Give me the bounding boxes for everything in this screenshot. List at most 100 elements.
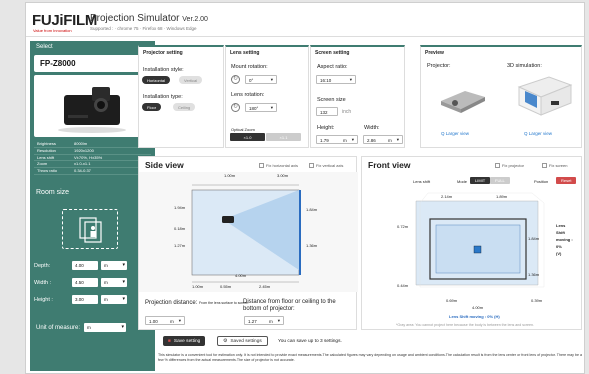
screen-height-label: Height: (317, 125, 335, 131)
dim-label: 3.00m (277, 173, 289, 178)
supported-browsers: Supported : · chrome 75 · Firefox 68 · W… (90, 26, 197, 31)
front-view-panel: Front view Fix projector Fix screen Lens… (361, 156, 582, 330)
aspect-ratio-label: Aspect ratio: (317, 64, 348, 70)
installation-style-label: Installation style: (143, 67, 184, 73)
height-unit-select[interactable]: m (101, 295, 127, 304)
side-view-panel: Side view Fix horizontal axis Fix vertic… (138, 156, 358, 330)
fix-screen-checkbox[interactable]: Fix screen (542, 163, 567, 168)
full-button[interactable]: FULL (490, 177, 510, 184)
screen-height-select[interactable]: 1.79 m ▾ (316, 135, 358, 144)
projection-distance-select[interactable]: 1.00 m ▾ (145, 316, 185, 325)
dim-label: 1.36m (528, 272, 540, 277)
save-setting-button[interactable]: ■ Save setting (163, 336, 206, 346)
limit-button[interactable]: LIMIT (470, 177, 491, 184)
room-size-label: Room size (36, 189, 70, 196)
projector-preview-image[interactable] (435, 79, 491, 119)
preview-panel: Preview Projector: 3D simulation: Q Larg… (420, 45, 582, 148)
dim-label: 0.69m (446, 298, 458, 303)
depth-input[interactable]: 4.00 (72, 261, 98, 270)
spec-row: Brightness 8000lm (34, 141, 151, 148)
disclaimer-text: This simulator is a convenient tool for … (158, 353, 582, 362)
aspect-ratio-select[interactable]: 16:10 ▾ (316, 75, 356, 84)
projector-setting-panel: Projector setting Installation style: Ho… (138, 45, 224, 148)
dim-label: 0.18m (174, 226, 186, 231)
dim-label: 0.44m (397, 283, 409, 288)
vertical-button[interactable]: Vertical (179, 76, 203, 84)
model-select[interactable]: FP-Z8000▾ (34, 55, 151, 72)
reset-button[interactable]: Reset (556, 177, 577, 184)
dim-label: 2.14m (441, 194, 453, 199)
width-input[interactable]: 4.50 (72, 278, 98, 287)
height-input[interactable]: 3.00 (72, 295, 98, 304)
zoom-1-1-button[interactable]: ×1.1 (266, 133, 301, 141)
dim-label: 1.27m (174, 243, 186, 248)
lens-setting-panel: Lens setting Mount rotation: ↻ 0° ▾ Lens … (225, 45, 309, 148)
floor-button[interactable]: Floor (142, 103, 162, 111)
panel-title: Projector setting (143, 50, 183, 56)
larger-view-link[interactable]: Q Larger view (441, 131, 469, 136)
app-window: FUJiFILM Value from Innovation Projectio… (25, 2, 585, 374)
projector-photo (34, 75, 151, 137)
3d-simulation-label: 3D simulation: (507, 63, 542, 69)
saved-settings-button[interactable]: ⚙ Saved settings (217, 336, 268, 346)
3d-simulation-image[interactable] (515, 75, 575, 121)
mode-label: Mode (457, 179, 468, 184)
lens-shift-info: Lens Shift moving :0% (V) (556, 223, 573, 256)
dim-label: 1.00m (192, 284, 204, 289)
dim-label: 1.89m (496, 194, 508, 199)
rotate-icon[interactable]: ↻ (231, 75, 240, 84)
depth-unit-select[interactable]: m (101, 261, 127, 270)
spec-row: Zoom x1.0-x1.1 (34, 161, 151, 169)
horizontal-button[interactable]: Horizontal (142, 76, 171, 84)
mount-rotation-select[interactable]: 0° ▾ (245, 75, 277, 84)
mount-rotation-label: Mount rotation: (231, 64, 268, 70)
spec-row: Throw ratio 0.34-0.37 (34, 168, 151, 175)
select-label: Select (36, 44, 53, 50)
lens-rotation-select[interactable]: 180° ▾ (245, 103, 277, 112)
optical-zoom-label: Optical Zoom (231, 127, 255, 132)
dim-label: 0.55m (220, 284, 232, 289)
larger-view-link[interactable]: Q Larger view (524, 131, 552, 136)
fix-projector-checkbox[interactable]: Fix projector (495, 163, 524, 168)
height-row: Height :3.00 m (34, 295, 127, 304)
ceiling-button[interactable]: Ceiling (173, 103, 196, 111)
unit-of-measure-select[interactable]: m (84, 323, 127, 332)
fix-horizontal-checkbox[interactable]: Fix horizontal axis (259, 163, 298, 168)
dim-label: 4.00m (472, 305, 484, 310)
position-label: Position (534, 179, 549, 184)
projection-distance-label: Projection distance: From the lens surfa… (145, 300, 249, 306)
fix-vertical-checkbox[interactable]: Fix vertical axis (309, 163, 343, 168)
gray-area-note: *Gray area: You cannot project here beca… (396, 323, 535, 327)
panel-title: Preview (425, 50, 444, 56)
floor-distance-select[interactable]: 1.27 m ▾ (244, 316, 284, 325)
width-unit-select[interactable]: m (101, 278, 127, 287)
dim-label: 1.84m (306, 207, 318, 212)
version: Ver.2.00 (182, 16, 208, 23)
page-title: Projection Simulator Ver.2.00 (90, 13, 208, 24)
room-icon (62, 209, 118, 249)
screen-setting-panel: Screen setting Aspect ratio: 16:10 ▾ Scre… (310, 45, 405, 148)
screen-size-label: Screen size (317, 97, 346, 103)
floor-distance-label: Distance from floor or ceiling to the bo… (243, 299, 336, 312)
dim-label: 0.39m (531, 298, 543, 303)
dim-label: 0.72m (397, 224, 409, 229)
sidebar: Select FP-Z8000▾ Brightness8000lm Resolu… (30, 41, 155, 371)
front-view-diagram (415, 192, 545, 288)
dim-label: 1.94m (174, 205, 186, 210)
front-view-title: Front view (368, 160, 411, 170)
spec-row: Lens shift V±70%, H±35% (34, 155, 151, 162)
panel-title: Lens setting (230, 50, 260, 56)
zoom-1-0-button[interactable]: ×1.0 (230, 133, 265, 141)
panel-title: Screen setting (315, 50, 350, 56)
installation-type-label: Installation type: (143, 94, 183, 100)
screen-width-select[interactable]: 2.86 m ▾ (363, 135, 403, 144)
dim-label: 1.36m (306, 243, 318, 248)
header: FUJiFILM Value from Innovation Projectio… (26, 3, 584, 37)
gear-icon: ⚙ (223, 338, 228, 344)
rotate-icon[interactable]: ↻ (231, 103, 240, 112)
dim-label: 1.00m (224, 173, 236, 178)
lens-shift-moving: Lens Shift moving : 0% (H) (449, 314, 500, 319)
screen-size-input[interactable]: 132 (316, 107, 338, 116)
screen-width-label: Width: (364, 125, 380, 131)
dim-label: 1.84m (528, 236, 540, 241)
